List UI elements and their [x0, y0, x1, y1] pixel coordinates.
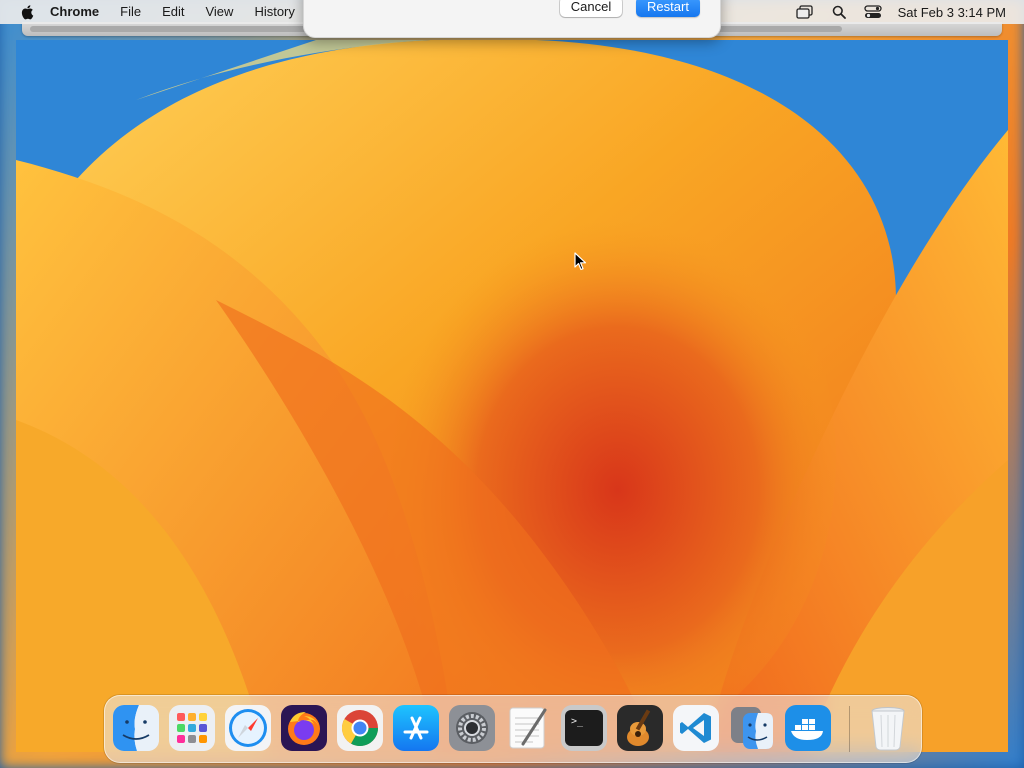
- finder-icon[interactable]: [113, 705, 159, 751]
- menu-file[interactable]: File: [120, 0, 141, 24]
- menu-clock[interactable]: Sat Feb 3 3:14 PM: [898, 5, 1006, 20]
- menu-edit[interactable]: Edit: [162, 0, 184, 24]
- dock-separator: [849, 706, 850, 752]
- vscode-icon[interactable]: [673, 705, 719, 751]
- svg-text:>_: >_: [571, 716, 584, 727]
- restart-button[interactable]: Restart: [636, 0, 700, 17]
- menu-history[interactable]: History: [254, 0, 294, 24]
- menu-view[interactable]: View: [205, 0, 233, 24]
- migration-assistant-icon[interactable]: [729, 705, 775, 751]
- terminal-icon[interactable]: >_: [561, 705, 607, 751]
- mouse-cursor-icon: [574, 252, 587, 271]
- trash-icon[interactable]: [865, 705, 911, 751]
- system-settings-icon[interactable]: [449, 705, 495, 751]
- cancel-button[interactable]: Cancel: [560, 0, 622, 17]
- menu-app-name[interactable]: Chrome: [50, 0, 99, 24]
- wallpaper: [16, 40, 1008, 752]
- apple-icon[interactable]: [20, 4, 34, 20]
- launchpad-icon[interactable]: [169, 705, 215, 751]
- garageband-icon[interactable]: [617, 705, 663, 751]
- chrome-icon[interactable]: [337, 705, 383, 751]
- screen-mirroring-icon[interactable]: [795, 4, 814, 20]
- search-icon[interactable]: [830, 4, 848, 20]
- firefox-icon[interactable]: [281, 705, 327, 751]
- dock: >_: [104, 695, 922, 763]
- control-center-icon[interactable]: [863, 4, 882, 20]
- safari-icon[interactable]: [225, 705, 271, 751]
- app-store-icon[interactable]: [393, 705, 439, 751]
- docker-icon[interactable]: [785, 705, 831, 751]
- textedit-icon[interactable]: [505, 705, 551, 751]
- wallpaper-art: [16, 40, 1008, 752]
- restart-dialog: Cancel Restart: [303, 0, 721, 38]
